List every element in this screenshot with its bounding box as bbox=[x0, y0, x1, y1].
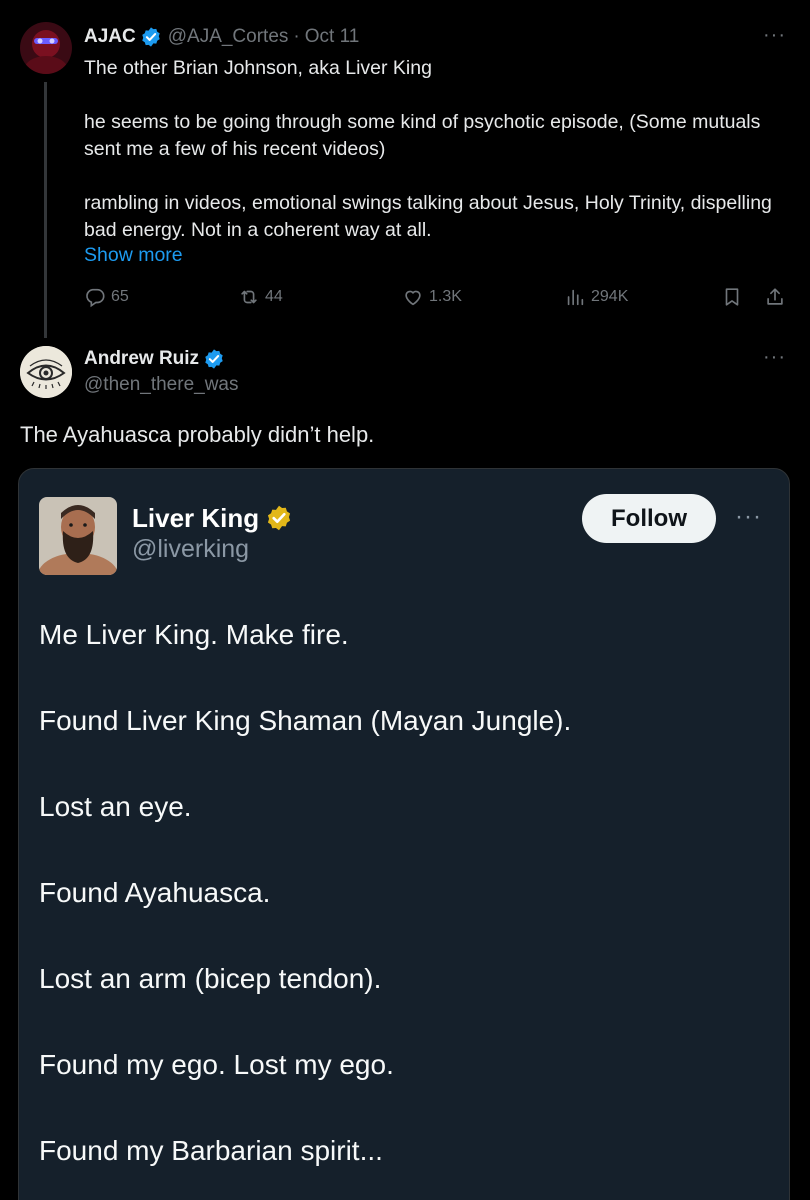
embedded-tweet-card[interactable]: Liver King @liverking Follow ··· Me Live… bbox=[18, 468, 790, 1200]
tweet-paragraph: The other Brian Johnson, aka Liver King bbox=[84, 57, 432, 79]
views-button[interactable]: 294K bbox=[564, 286, 628, 308]
reply-count: 65 bbox=[111, 288, 129, 305]
author-name[interactable]: Andrew Ruiz bbox=[84, 348, 199, 370]
repost-count: 44 bbox=[265, 288, 283, 305]
views-icon bbox=[567, 289, 584, 306]
share-button[interactable] bbox=[764, 286, 786, 313]
reply-button[interactable]: 65 bbox=[84, 286, 129, 308]
tweet-text: The Ayahuasca probably didn’t help. bbox=[20, 422, 375, 447]
tweet-text: The other Brian Johnson, aka Liver King … bbox=[84, 55, 784, 244]
embed-text-line: Lost an arm (bicep tendon). bbox=[39, 963, 382, 994]
follow-button[interactable]: Follow bbox=[582, 494, 716, 543]
verified-badge-icon bbox=[140, 26, 162, 48]
embed-text-line: Lost an eye. bbox=[39, 791, 192, 822]
tweet-header: AJAC @AJA_Cortes · Oct 11 bbox=[84, 24, 359, 50]
bookmark-icon bbox=[725, 288, 739, 306]
verified-gold-badge-icon bbox=[265, 504, 293, 532]
embed-text-line: Me Liver King. Make fire. bbox=[39, 619, 349, 650]
tweet-paragraph: he seems to be going through some kind o… bbox=[84, 111, 761, 160]
repost-button[interactable]: 44 bbox=[238, 286, 283, 308]
separator-dot: · bbox=[293, 26, 300, 47]
bookmark-button[interactable] bbox=[721, 286, 743, 313]
author-handle[interactable]: @then_there_was bbox=[84, 374, 239, 396]
author-name[interactable]: AJAC bbox=[84, 26, 136, 48]
embed-author-handle[interactable]: @liverking bbox=[132, 535, 249, 564]
tweet-actions: 65 44 1.3K 294K bbox=[84, 286, 789, 314]
avatar-liver-king[interactable] bbox=[39, 497, 117, 575]
more-options-icon[interactable]: ··· bbox=[735, 503, 762, 531]
thread-line bbox=[44, 82, 47, 338]
embed-text-line: Found Liver King Shaman (Mayan Jungle). bbox=[39, 705, 572, 736]
embed-tweet-text: Me Liver King. Make fire. Found Liver Ki… bbox=[39, 617, 779, 1200]
verified-badge-icon bbox=[203, 348, 225, 370]
views-count: 294K bbox=[591, 288, 629, 305]
embed-text-line: Found my ego. Lost my ego. bbox=[39, 1049, 394, 1080]
tweet-date[interactable]: Oct 11 bbox=[305, 26, 360, 48]
like-icon bbox=[405, 290, 421, 306]
show-more-link[interactable]: Show more bbox=[84, 244, 183, 267]
like-count: 1.3K bbox=[429, 288, 462, 305]
repost-icon bbox=[241, 290, 257, 304]
tweet-header: Andrew Ruiz bbox=[84, 346, 231, 372]
embed-author-name[interactable]: Liver King bbox=[132, 503, 259, 534]
embed-text-line: Found Ayahuasca. bbox=[39, 877, 271, 908]
avatar-ajac[interactable] bbox=[20, 22, 72, 74]
embed-author-row: Liver King bbox=[132, 501, 293, 535]
author-handle[interactable]: @AJA_Cortes bbox=[168, 26, 289, 48]
tweet-ajac[interactable]: AJAC @AJA_Cortes · Oct 11 ··· The other … bbox=[0, 0, 810, 340]
share-icon bbox=[767, 288, 783, 305]
like-button[interactable]: 1.3K bbox=[402, 286, 462, 308]
reply-icon bbox=[86, 288, 105, 308]
more-options-icon[interactable]: ··· bbox=[763, 24, 786, 47]
avatar-andrew-ruiz[interactable] bbox=[20, 346, 72, 398]
tweet-paragraph: rambling in videos, emotional swings tal… bbox=[84, 192, 772, 241]
more-options-icon[interactable]: ··· bbox=[763, 346, 786, 369]
embed-text-line: Found my Barbarian spirit... bbox=[39, 1135, 383, 1166]
